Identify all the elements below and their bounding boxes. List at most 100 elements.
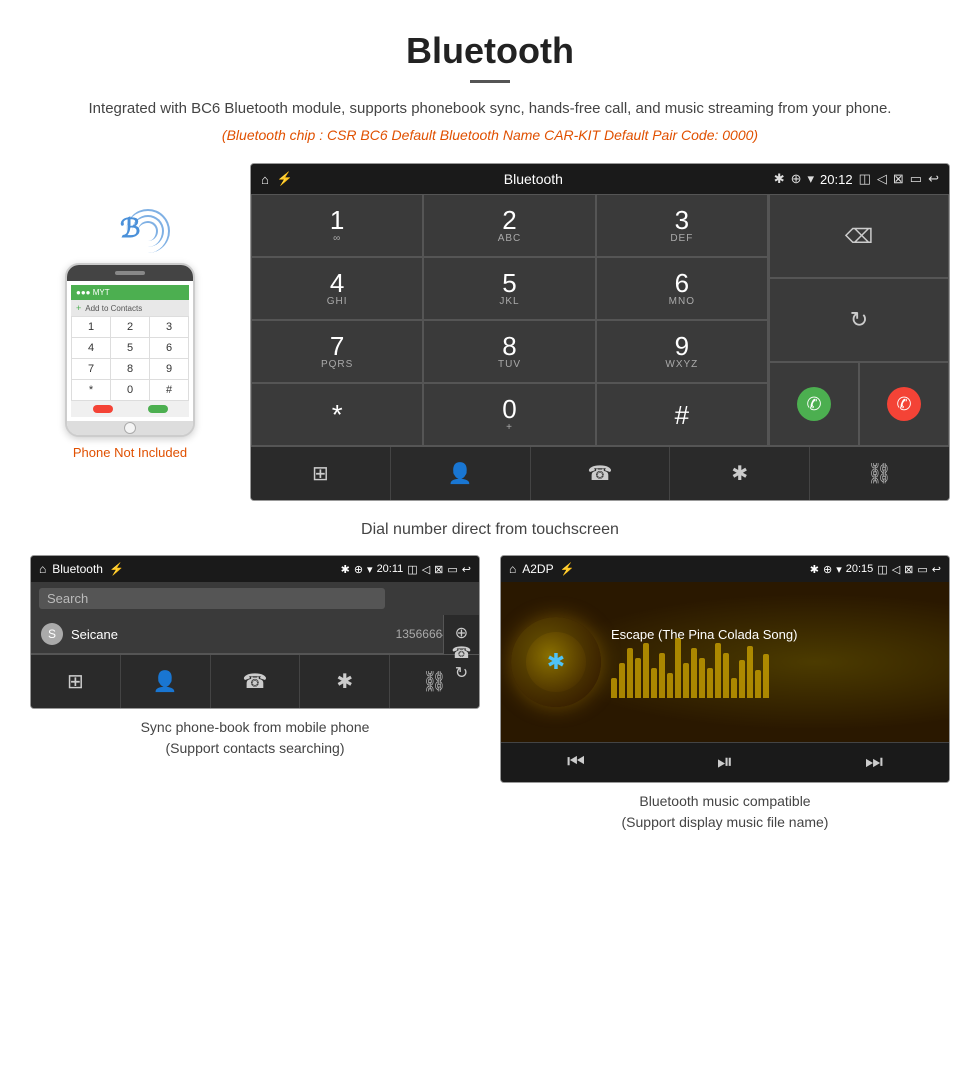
dial-key-8[interactable]: 8 TUV bbox=[423, 320, 595, 383]
pb-time: 20:11 bbox=[377, 563, 404, 575]
dial-sub-9: WXYZ bbox=[665, 359, 698, 370]
pb-nav-phone[interactable]: ☎ bbox=[211, 655, 301, 708]
pb-bt-nav-icon: ✱ bbox=[336, 669, 353, 694]
music-status-left: ⌂ A2DP ⚡ bbox=[509, 562, 575, 576]
music-prev-button[interactable]: ⏮ bbox=[567, 751, 585, 774]
music-controls: ⏮ ⏯ ⏭ bbox=[501, 742, 949, 782]
music-close-icon: ⊠ bbox=[904, 563, 913, 576]
nav-link-button[interactable]: ⛓ bbox=[810, 447, 949, 500]
pb-call-side-icon[interactable]: ☎ bbox=[452, 643, 472, 663]
music-caption-line1: Bluetooth music compatible bbox=[639, 793, 810, 809]
dial-sub-1: ∞ bbox=[333, 233, 341, 244]
music-bar bbox=[627, 648, 633, 698]
phone-key-7: 7 bbox=[72, 359, 110, 379]
dial-num-8: 8 bbox=[502, 333, 516, 359]
dial-key-9[interactable]: 9 WXYZ bbox=[596, 320, 768, 383]
status-time: 20:12 bbox=[820, 172, 853, 187]
music-bar bbox=[723, 653, 729, 698]
music-bar bbox=[635, 658, 641, 698]
pb-back-icon: ↩ bbox=[462, 563, 471, 576]
music-album-inner: ✱ bbox=[526, 632, 586, 692]
dial-key-star[interactable]: * bbox=[251, 383, 423, 446]
pb-win-icon: ▭ bbox=[447, 563, 457, 576]
dial-key-hash[interactable]: # bbox=[596, 383, 768, 446]
pb-grid-icon: ⊞ bbox=[67, 669, 84, 694]
music-bar bbox=[747, 646, 753, 698]
link-icon: ⛓ bbox=[867, 461, 892, 486]
pb-refresh-side-icon[interactable]: ↻ bbox=[455, 663, 468, 683]
music-bar bbox=[731, 678, 737, 698]
pb-bottom-nav: ⊞ 👤 ☎ ✱ ⛓ bbox=[31, 654, 479, 708]
music-bar bbox=[715, 643, 721, 698]
side-cell-refresh[interactable]: ↻ bbox=[769, 278, 949, 362]
music-info: Escape (The Pina Colada Song) bbox=[611, 627, 939, 698]
music-bar bbox=[651, 668, 657, 698]
add-contacts-label: Add to Contacts bbox=[85, 304, 142, 313]
music-bar bbox=[667, 673, 673, 698]
pb-nav-contacts[interactable]: 👤 bbox=[121, 655, 211, 708]
nav-phone-button[interactable]: ☎ bbox=[531, 447, 671, 500]
dial-key-4[interactable]: 4 GHI bbox=[251, 257, 423, 320]
phone-home-circle bbox=[124, 422, 136, 434]
dial-key-5[interactable]: 5 JKL bbox=[423, 257, 595, 320]
green-call-button[interactable]: ✆ bbox=[769, 362, 859, 446]
dial-num-hash: # bbox=[675, 402, 689, 428]
home-icon: ⌂ bbox=[261, 172, 269, 187]
window-icon: ▭ bbox=[910, 171, 922, 187]
music-caption: Bluetooth music compatible (Support disp… bbox=[622, 783, 829, 835]
music-status-bar: ⌂ A2DP ⚡ ✱ ⊕ ▾ 20:15 ◫ ◁ ⊠ ▭ ↩ bbox=[501, 556, 949, 582]
phonebook-caption-line2: (Support contacts searching) bbox=[166, 740, 345, 756]
phonebook-caption: Sync phone-book from mobile phone (Suppo… bbox=[141, 709, 370, 761]
dial-key-1[interactable]: 1 ∞ bbox=[251, 194, 423, 257]
pb-search-field[interactable]: Search bbox=[39, 588, 385, 609]
phone-header: ●●● MYT bbox=[71, 285, 189, 300]
music-screen-title: A2DP bbox=[522, 562, 553, 576]
music-bar bbox=[643, 643, 649, 698]
phone-bottom-bar bbox=[71, 401, 189, 417]
music-play-pause-button[interactable]: ⏯ bbox=[717, 751, 733, 774]
music-bar bbox=[739, 660, 745, 698]
dial-key-7[interactable]: 7 PQRS bbox=[251, 320, 423, 383]
dial-sub-2: ABC bbox=[498, 233, 522, 244]
side-top: ⌫ ↻ ✆ ✆ bbox=[769, 194, 949, 446]
pb-nav-grid[interactable]: ⊞ bbox=[31, 655, 121, 708]
music-home-icon: ⌂ bbox=[509, 562, 516, 576]
music-next-button[interactable]: ⏭ bbox=[865, 751, 883, 774]
phone-key-0: 0 bbox=[111, 380, 149, 400]
dial-key-6[interactable]: 6 MNO bbox=[596, 257, 768, 320]
nav-contacts-button[interactable]: 👤 bbox=[391, 447, 531, 500]
bt-status-icon: ✱ bbox=[774, 171, 785, 187]
pb-nav-bluetooth[interactable]: ✱ bbox=[300, 655, 390, 708]
phone-call-btn bbox=[148, 405, 168, 413]
pb-contact-row[interactable]: S Seicane 13566664466 bbox=[31, 615, 479, 654]
dial-num-5: 5 bbox=[502, 270, 516, 296]
pb-close-icon: ⊠ bbox=[434, 563, 443, 576]
dial-num-3: 3 bbox=[675, 207, 689, 233]
phone-key-2: 2 bbox=[111, 317, 149, 337]
pb-search-icon[interactable]: ⊕ bbox=[455, 623, 468, 643]
pb-contact-list: S Seicane 13566664466 bbox=[31, 615, 479, 654]
side-empty-1[interactable]: ⌫ bbox=[769, 194, 949, 278]
pb-home-icon: ⌂ bbox=[39, 562, 46, 576]
phone-icon: ☎ bbox=[588, 461, 613, 486]
nav-bluetooth-button[interactable]: ✱ bbox=[670, 447, 810, 500]
music-signal-icon: ▾ bbox=[836, 563, 842, 576]
nav-grid-button[interactable]: ⊞ bbox=[251, 447, 391, 500]
pb-contact-avatar: S bbox=[41, 623, 63, 645]
bottom-nav-bar: ⊞ 👤 ☎ ✱ ⛓ bbox=[251, 446, 949, 500]
phone-key-hash: # bbox=[150, 380, 188, 400]
music-bar bbox=[675, 638, 681, 698]
dial-num-0: 0 bbox=[502, 396, 516, 422]
red-end-button[interactable]: ✆ bbox=[859, 362, 949, 446]
dial-key-3[interactable]: 3 DEF bbox=[596, 194, 768, 257]
phonebook-section: ⌂ Bluetooth ⚡ ✱ ⊕ ▾ 20:11 ◫ ◁ ⊠ ▭ ↩ bbox=[30, 555, 480, 835]
signal-icon: ▾ bbox=[808, 171, 815, 187]
dial-key-2[interactable]: 2 ABC bbox=[423, 194, 595, 257]
phone-key-3: 3 bbox=[150, 317, 188, 337]
dial-key-0[interactable]: 0 + bbox=[423, 383, 595, 446]
pb-vol-icon: ◁ bbox=[422, 563, 430, 576]
phone-speaker bbox=[115, 271, 145, 275]
dial-sub-0: + bbox=[506, 422, 513, 433]
dial-sub-8: TUV bbox=[498, 359, 521, 370]
music-usb-icon: ⚡ bbox=[560, 562, 575, 576]
